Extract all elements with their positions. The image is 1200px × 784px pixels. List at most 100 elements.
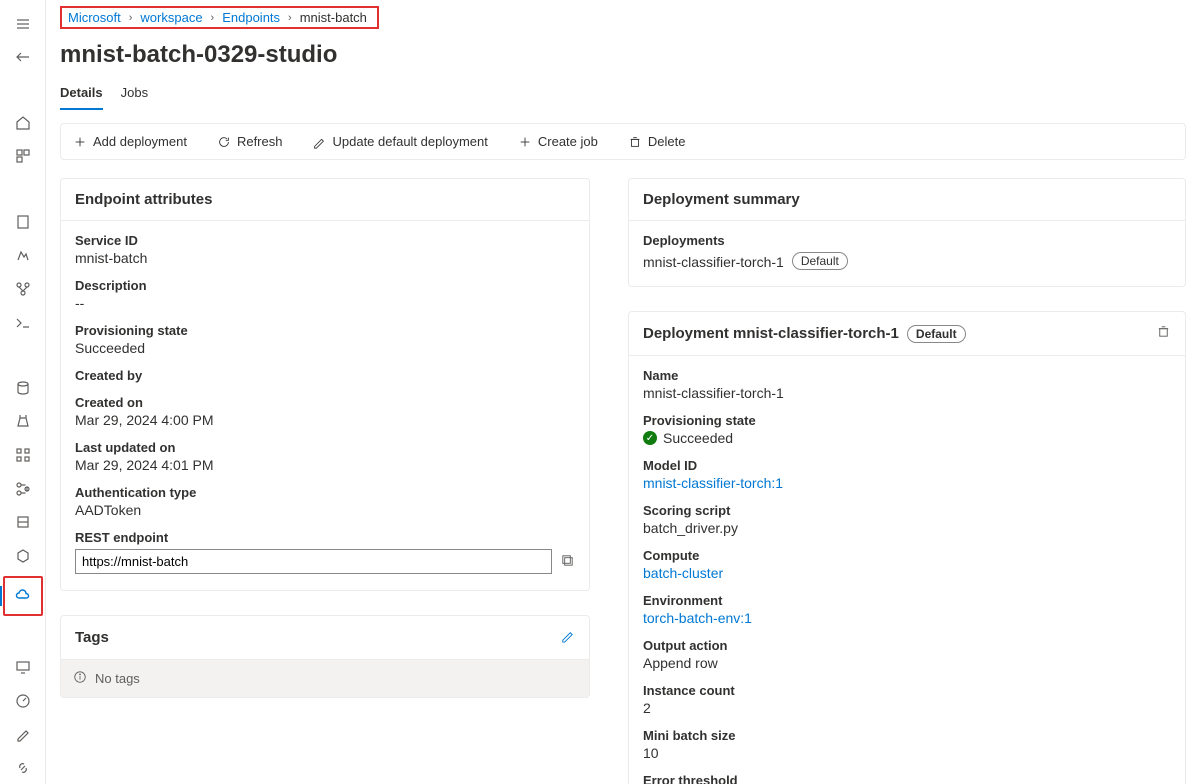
components-icon[interactable] [7,439,39,471]
jobs-icon[interactable] [7,406,39,438]
sidebar [0,0,46,784]
edit-icon [312,135,326,149]
create-job-button[interactable]: Create job [514,130,602,153]
data-icon[interactable] [7,372,39,404]
success-icon: ✓ [643,431,657,445]
breadcrumb-bar: Microsoft › workspace › Endpoints › mnis… [46,0,1200,29]
menu-icon[interactable] [7,8,39,40]
delete-button[interactable]: Delete [624,130,690,153]
models-icon[interactable] [7,540,39,572]
prov-state-label: Provisioning state [75,323,575,338]
home-icon[interactable] [7,107,39,139]
error-threshold-label: Error threshold [643,773,1171,784]
mini-batch-label: Mini batch size [643,728,1171,743]
output-action-label: Output action [643,638,1171,653]
breadcrumb-current: mnist-batch [300,10,367,25]
endpoints-nav-highlight [3,576,43,616]
breadcrumb-microsoft[interactable]: Microsoft [68,10,121,25]
compute-label: Compute [643,548,1171,563]
designer-icon[interactable] [7,273,39,305]
delete-label: Delete [648,134,686,149]
linked-icon[interactable] [7,752,39,784]
endpoint-attributes-header: Endpoint attributes [61,179,589,221]
tags-body: No tags [61,659,589,697]
endpoints-icon[interactable] [7,580,39,612]
scoring-label: Scoring script [643,503,1171,518]
trash-icon [628,135,642,149]
plus-icon [518,135,532,149]
tags-card: Tags No tags [60,615,590,698]
created-on-label: Created on [75,395,575,410]
description-value: -- [75,295,575,311]
info-icon [73,670,87,687]
create-job-label: Create job [538,134,598,149]
edit-tags-button[interactable] [560,628,575,647]
no-tags-text: No tags [95,671,140,686]
dep-prov-value: Succeeded [663,430,733,446]
output-action-value: Append row [643,655,1171,671]
pipelines-icon[interactable] [7,473,39,505]
compute-link[interactable]: batch-cluster [643,565,1171,581]
instance-count-value: 2 [643,700,1171,716]
plus-icon [73,135,87,149]
refresh-icon [217,135,231,149]
default-badge: Default [907,325,966,343]
page-title: mnist-batch-0329-studio [46,29,1200,77]
chevron-right-icon: › [129,12,133,24]
updated-on-label: Last updated on [75,440,575,455]
env-label: Environment [643,593,1171,608]
trash-icon [1156,324,1171,339]
tab-jobs[interactable]: Jobs [121,77,148,110]
update-default-button[interactable]: Update default deployment [308,130,491,153]
labeling-icon[interactable] [7,719,39,751]
prov-state-value: Succeeded [75,340,575,356]
tab-details[interactable]: Details [60,77,103,110]
copy-button[interactable] [560,553,575,571]
breadcrumb-workspace[interactable]: workspace [140,10,202,25]
instance-count-label: Instance count [643,683,1171,698]
add-deployment-label: Add deployment [93,134,187,149]
chevron-right-icon: › [211,12,215,24]
environments-icon[interactable] [7,506,39,538]
automl-icon[interactable] [7,239,39,271]
deployment-summary-card: Deployment summary Deployments mnist-cla… [628,178,1186,287]
auth-type-label: Authentication type [75,485,575,500]
dep-name-label: Name [643,368,1171,383]
deployment-summary-header: Deployment summary [629,179,1185,221]
endpoint-attributes-card: Endpoint attributes Service ID mnist-bat… [60,178,590,591]
description-label: Description [75,278,575,293]
rest-endpoint-input[interactable] [75,549,552,574]
copy-icon [560,553,575,568]
created-on-value: Mar 29, 2024 4:00 PM [75,412,575,428]
model-id-label: Model ID [643,458,1171,473]
refresh-button[interactable]: Refresh [213,130,287,153]
notebooks-icon[interactable] [7,206,39,238]
deployment-detail-header: Deployment mnist-classifier-torch-1 [643,325,899,342]
prompt-icon[interactable] [7,307,39,339]
main-content: Microsoft › workspace › Endpoints › mnis… [46,0,1200,784]
deployment-detail-card: Deployment mnist-classifier-torch-1 Defa… [628,311,1186,784]
created-by-label: Created by [75,368,575,383]
service-id-value: mnist-batch [75,250,575,266]
tabs: Details Jobs [46,77,1200,111]
compute-icon[interactable] [7,651,39,683]
delete-deployment-button[interactable] [1156,324,1171,343]
catalog-icon[interactable] [7,141,39,173]
refresh-label: Refresh [237,134,283,149]
toolbar: Add deployment Refresh Update default de… [60,123,1186,160]
breadcrumb-endpoints[interactable]: Endpoints [222,10,280,25]
add-deployment-button[interactable]: Add deployment [69,130,191,153]
back-icon[interactable] [7,42,39,74]
auth-type-value: AADToken [75,502,575,518]
mini-batch-value: 10 [643,745,1171,761]
updated-on-value: Mar 29, 2024 4:01 PM [75,457,575,473]
deployment-name: mnist-classifier-torch-1 [643,254,784,270]
env-link[interactable]: torch-batch-env:1 [643,610,1171,626]
chevron-right-icon: › [288,12,292,24]
update-default-label: Update default deployment [332,134,487,149]
dep-name-value: mnist-classifier-torch-1 [643,385,1171,401]
monitoring-icon[interactable] [7,685,39,717]
model-id-link[interactable]: mnist-classifier-torch:1 [643,475,1171,491]
default-badge: Default [792,252,848,270]
breadcrumb: Microsoft › workspace › Endpoints › mnis… [60,6,379,29]
